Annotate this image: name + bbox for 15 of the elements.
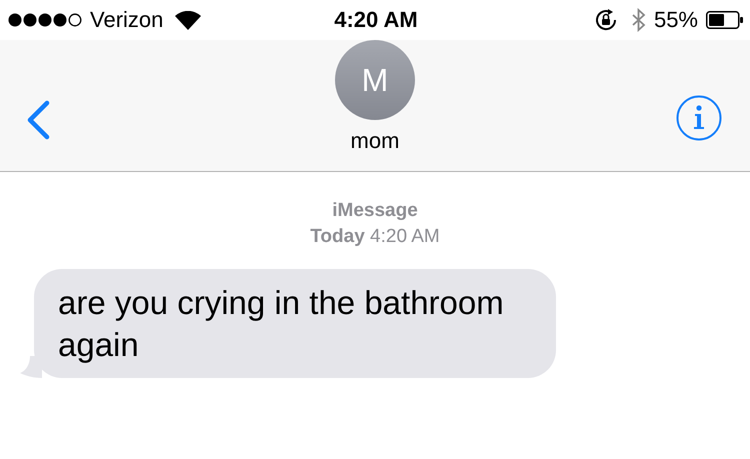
service-label: iMessage [332,199,418,223]
contact-avatar: M [335,40,415,120]
bluetooth-icon [632,8,646,32]
wifi-icon [175,10,202,30]
battery-percentage: 55% [654,7,698,33]
rotation-lock-icon [594,8,618,32]
clock-time: 4:20 AM [334,7,418,33]
received-message-bubble: are you crying in the bathroom again [34,269,556,378]
contact-name[interactable]: mom [350,128,400,154]
carrier-name: Verizon [90,7,164,33]
message-timestamp: Today 4:20 AM [310,225,440,249]
battery-icon [706,11,744,29]
chevron-left-icon [26,100,50,140]
signal-icon [8,13,82,27]
info-icon [676,94,722,140]
